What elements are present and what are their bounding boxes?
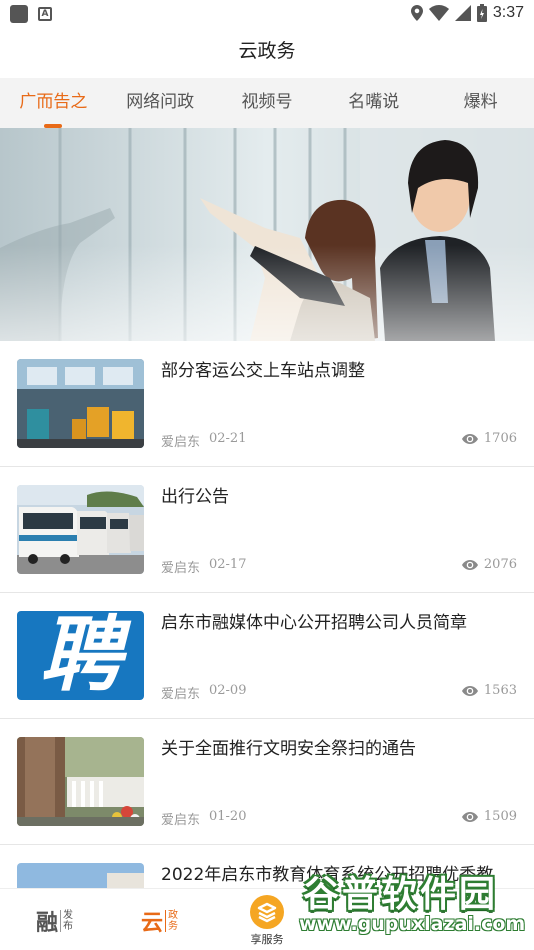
watermark-url: www.gupuxlazai.com: [299, 913, 526, 935]
news-source: 爱启东: [161, 435, 201, 450]
battery-icon: [476, 4, 487, 22]
news-date: 01-20: [209, 809, 247, 824]
news-source: 爱启东: [161, 687, 201, 702]
tab-shi-pin-hao[interactable]: 视频号: [214, 78, 321, 128]
page-title: 云政务: [0, 28, 534, 78]
signal-icon: [454, 5, 471, 21]
nav-yun-char: 云: [141, 911, 164, 936]
watermark-title: 谷普软件园: [303, 874, 499, 915]
news-date: 02-17: [209, 557, 247, 572]
news-date: 02-21: [209, 431, 247, 446]
watermark: 谷普软件园 www.gupuxlazai.com: [293, 865, 534, 950]
nav-rong-sub-bottom: 布: [63, 921, 74, 932]
view-count: 2076: [461, 557, 517, 572]
tab-ming-zui-shuo[interactable]: 名嘴说: [320, 78, 427, 128]
news-title: 部分客运公交上车站点调整: [161, 361, 365, 381]
banner-illustration: [0, 128, 534, 341]
news-source: 爱启东: [161, 813, 201, 828]
view-count: 1563: [461, 683, 517, 698]
news-title: 关于全面推行文明安全祭扫的通告: [161, 739, 416, 759]
a-notification-icon: A: [38, 7, 52, 21]
wifi-icon: [428, 5, 449, 21]
location-icon: [410, 5, 423, 21]
nav-rong-char: 融: [36, 911, 59, 936]
nav-rong-sub-top: 发: [63, 910, 74, 921]
eye-icon: [461, 811, 478, 822]
nav-yun-sub-bottom: 务: [168, 921, 179, 932]
eye-icon: [461, 685, 478, 696]
news-title: 出行公告: [161, 487, 229, 507]
nav-yun-sub-top: 政: [168, 910, 179, 921]
news-list: 部分客运公交上车站点调整 爱启东 02-21 1706 出行公告 爱启东 02-…: [0, 341, 534, 950]
banner-image[interactable]: [0, 128, 534, 341]
view-count: 1509: [461, 809, 517, 824]
list-item[interactable]: 部分客运公交上车站点调整 爱启东 02-21 1706: [0, 341, 534, 467]
list-item[interactable]: 关于全面推行文明安全祭扫的通告 爱启东 01-20 1509: [0, 719, 534, 845]
view-count: 1706: [461, 431, 517, 446]
view-count-value: 2076: [483, 557, 517, 572]
tab-bao-liao[interactable]: 爆料: [427, 78, 534, 128]
eye-icon: [461, 559, 478, 570]
news-thumbnail: [17, 737, 144, 826]
tab-wang-luo-wen-zheng[interactable]: 网络问政: [107, 78, 214, 128]
tab-guang-er-gao-zhi[interactable]: 广而告之: [0, 78, 107, 128]
recruit-glyph: 聘: [39, 611, 122, 700]
nav-yun-zheng-wu[interactable]: 云 政 务: [107, 889, 213, 950]
view-count-value: 1509: [483, 809, 517, 824]
tab-bar: 广而告之 网络问政 视频号 名嘴说 爆料: [0, 78, 534, 128]
news-date: 02-09: [209, 683, 247, 698]
view-count-value: 1706: [483, 431, 517, 446]
app-square-icon: [10, 5, 28, 23]
nav-rong-fa-bu[interactable]: 融 发 布: [0, 889, 106, 950]
clock: 3:37: [492, 4, 524, 21]
list-item[interactable]: 聘 启东市融媒体中心公开招聘公司人员简章 爱启东 02-09 1563: [0, 593, 534, 719]
eye-icon: [461, 433, 478, 444]
list-item[interactable]: 出行公告 爱启东 02-17 2076: [0, 467, 534, 593]
news-thumbnail: [17, 359, 144, 448]
news-thumbnail: 聘: [17, 611, 144, 700]
service-icon: [250, 895, 284, 929]
status-bar: A 3:37: [0, 0, 534, 28]
news-source: 爱启东: [161, 561, 201, 576]
news-thumbnail: [17, 485, 144, 574]
news-title: 启东市融媒体中心公开招聘公司人员简章: [161, 613, 467, 633]
view-count-value: 1563: [483, 683, 517, 698]
